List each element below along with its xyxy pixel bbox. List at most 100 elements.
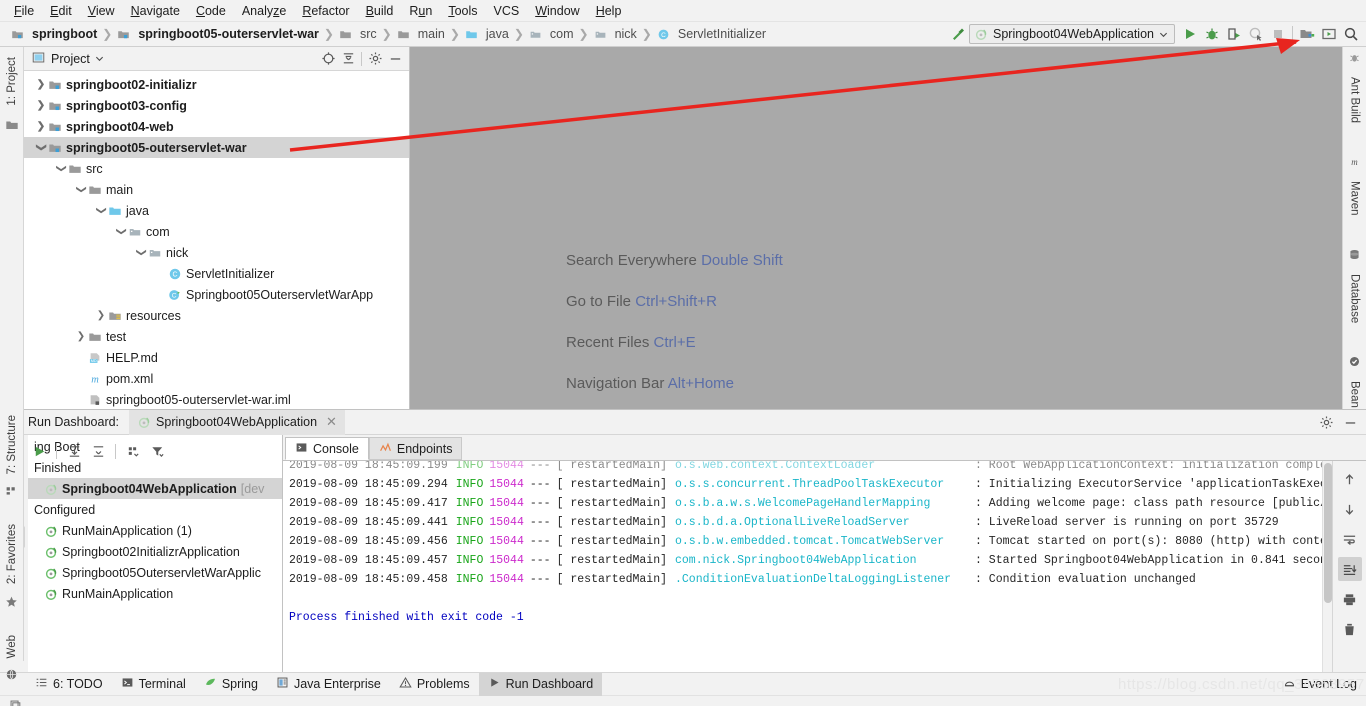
menu-item-edit[interactable]: Edit	[42, 2, 80, 20]
run-all-button[interactable]	[28, 440, 50, 462]
sidebar-item-ant-build[interactable]: Ant Build	[1349, 71, 1361, 129]
statusbar-item-terminal[interactable]: Terminal	[112, 673, 195, 696]
run-configuration-list[interactable]: ing Boot Finished Springboot04WebApplicati…	[28, 435, 283, 672]
breadcrumb-item-nick[interactable]: nick	[591, 27, 640, 41]
hide-panel-button[interactable]	[385, 49, 405, 69]
statusbar-item-spring[interactable]: Spring	[195, 673, 267, 696]
chevron-down-icon[interactable]	[95, 52, 104, 66]
clear-all-icon[interactable]	[1338, 617, 1362, 641]
tree-node[interactable]: ❯ test	[24, 326, 409, 347]
tree-node[interactable]: ❯ springboot04-web	[24, 116, 409, 137]
menu-item-view[interactable]: View	[80, 2, 123, 20]
close-icon[interactable]: ✕	[326, 414, 337, 430]
run-configuration-selector[interactable]: Springboot04WebApplication	[969, 24, 1175, 44]
tree-node[interactable]: springboot05-outerservlet-war.iml	[24, 389, 409, 409]
build-hammer-icon[interactable]	[947, 24, 969, 44]
scroll-up-icon[interactable]	[1338, 467, 1362, 491]
sidebar-item-2-favorites[interactable]: 2: Favorites	[6, 518, 18, 590]
chevron-down-icon[interactable]: ❯	[136, 246, 147, 260]
run-config-item[interactable]: Springboot04WebApplication [dev	[28, 478, 282, 499]
event-log-button[interactable]: Event Log	[1274, 673, 1366, 696]
menu-item-refactor[interactable]: Refactor	[294, 2, 357, 20]
menu-item-window[interactable]: Window	[527, 2, 587, 20]
debug-button[interactable]	[1201, 24, 1223, 44]
sidebar-item-web[interactable]: Web	[6, 629, 18, 664]
chevron-down-icon[interactable]: ❯	[96, 204, 107, 218]
window-toggle-icon[interactable]	[8, 698, 22, 706]
tree-node[interactable]: ❯ java	[24, 200, 409, 221]
breadcrumb-item-src[interactable]: src	[336, 27, 380, 41]
tree-node[interactable]: ❯ springboot02-initializr	[24, 74, 409, 95]
menu-item-analyze[interactable]: Analyze	[234, 2, 294, 20]
expand-all-button[interactable]	[63, 440, 85, 462]
chevron-down-icon[interactable]: ❯	[56, 162, 67, 176]
run-button[interactable]	[1179, 24, 1201, 44]
project-structure-button[interactable]	[1296, 24, 1318, 44]
run-config-item[interactable]: RunMainApplication	[28, 583, 282, 604]
breadcrumb-item-springboot[interactable]: springboot	[8, 27, 100, 41]
filter-button[interactable]	[146, 440, 168, 462]
locate-file-button[interactable]	[318, 49, 338, 69]
tree-node[interactable]: C ServletInitializer	[24, 263, 409, 284]
breadcrumb-item-com[interactable]: com	[526, 27, 577, 41]
chevron-down-icon[interactable]: ❯	[36, 141, 47, 155]
console-scrollbar[interactable]	[1322, 461, 1332, 672]
breadcrumb-item-servletinitializer[interactable]: C ServletInitializer	[654, 27, 769, 41]
run-config-item[interactable]: RunMainApplication (1)	[28, 520, 282, 541]
profile-button[interactable]	[1245, 24, 1267, 44]
chevron-right-icon[interactable]: ❯	[34, 79, 48, 90]
console-output[interactable]: 2019-08-09 18:45:09.199 INFO 15044 --- [ res…	[283, 461, 1322, 672]
tree-node[interactable]: ❯ src	[24, 158, 409, 179]
chevron-right-icon[interactable]: ❯	[34, 100, 48, 111]
sidebar-item-project[interactable]: 1: Project	[6, 51, 18, 112]
gear-icon[interactable]	[365, 49, 385, 69]
run-dashboard-tab[interactable]: Springboot04WebApplication ✕	[129, 409, 345, 435]
tree-node[interactable]: C Springboot05OuterservletWarApp	[24, 284, 409, 305]
menu-item-help[interactable]: Help	[588, 2, 630, 20]
tree-node[interactable]: ❯ springboot03-config	[24, 95, 409, 116]
stop-button[interactable]	[1267, 24, 1289, 44]
chevron-down-icon[interactable]: ❯	[116, 225, 127, 239]
statusbar-item-problems[interactable]: Problems	[390, 673, 479, 696]
tree-node[interactable]: ❯ com	[24, 221, 409, 242]
statusbar-item-java-enterprise[interactable]: Java Enterprise	[267, 673, 390, 696]
run-config-group[interactable]: Configured	[28, 499, 282, 520]
chevron-right-icon[interactable]: ❯	[74, 331, 88, 342]
menu-item-tools[interactable]: Tools	[440, 2, 485, 20]
breadcrumb-item-main[interactable]: main	[394, 27, 448, 41]
tab-endpoints[interactable]: Endpoints	[368, 437, 463, 460]
tree-node[interactable]: ❯ springboot05-outerservlet-war	[24, 137, 409, 158]
chevron-right-icon[interactable]: ❯	[94, 310, 108, 321]
tree-node[interactable]: ❯ nick	[24, 242, 409, 263]
menu-item-file[interactable]: File	[6, 2, 42, 20]
menu-item-code[interactable]: Code	[188, 2, 234, 20]
run-with-coverage-button[interactable]	[1223, 24, 1245, 44]
menu-item-run[interactable]: Run	[401, 2, 440, 20]
sidebar-item-maven[interactable]: Maven	[1349, 175, 1361, 222]
chevron-down-icon[interactable]: ❯	[76, 183, 87, 197]
tab-console[interactable]: Console	[285, 437, 369, 460]
statusbar-item-6-todo[interactable]: 6: TODO	[26, 673, 112, 696]
search-everywhere-button[interactable]	[1340, 24, 1362, 44]
sidebar-item-database[interactable]: Database	[1349, 268, 1361, 329]
breadcrumb-item-springboot05-outerservlet-war[interactable]: springboot05-outerservlet-war	[114, 27, 322, 41]
menu-item-vcs[interactable]: VCS	[486, 2, 528, 20]
tree-node[interactable]: MD HELP.md	[24, 347, 409, 368]
print-icon[interactable]	[1338, 587, 1362, 611]
menu-item-navigate[interactable]: Navigate	[123, 2, 188, 20]
scroll-down-icon[interactable]	[1338, 497, 1362, 521]
hide-panel-button[interactable]	[1340, 412, 1360, 432]
update-application-button[interactable]	[1318, 24, 1340, 44]
project-tree[interactable]: ❯ springboot02-initializr ❯ springboot03-co…	[24, 71, 409, 409]
tree-node[interactable]: ❯ resources	[24, 305, 409, 326]
group-button[interactable]	[122, 440, 144, 462]
scroll-to-end-icon[interactable]	[1337, 557, 1362, 581]
gear-icon[interactable]	[1316, 412, 1336, 432]
chevron-right-icon[interactable]: ❯	[34, 121, 48, 132]
collapse-all-button[interactable]	[87, 440, 109, 462]
collapse-all-button[interactable]	[338, 49, 358, 69]
breadcrumb-item-java[interactable]: java	[462, 27, 512, 41]
run-config-item[interactable]: Springboot05OuterservletWarApplic	[28, 562, 282, 583]
statusbar-item-run-dashboard[interactable]: Run Dashboard	[478, 672, 603, 696]
soft-wrap-icon[interactable]	[1338, 527, 1362, 551]
